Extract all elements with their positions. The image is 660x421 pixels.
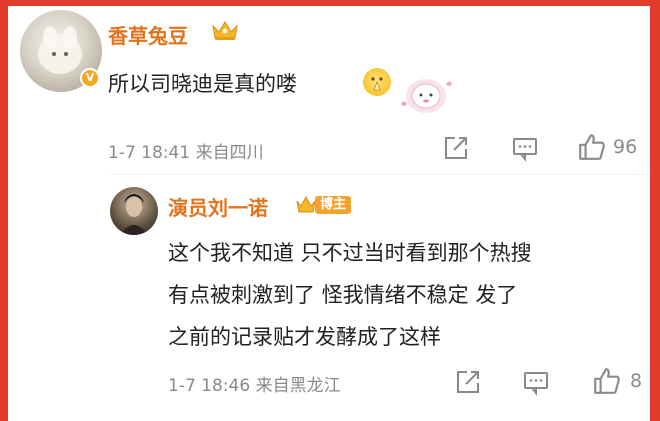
comment-card: V 香草兔豆 所以司晓迪是真的喽 1-7 18:41 来自四川 96 演员刘一诺… xyxy=(8,6,650,421)
blogger-badge: 博主 xyxy=(295,194,352,216)
like-icon[interactable] xyxy=(577,132,607,162)
comment-text: 所以司晓迪是真的喽 xyxy=(108,72,297,96)
share-icon[interactable] xyxy=(442,134,470,162)
sticker xyxy=(401,79,452,113)
comment-meta: 1-7 18:41 来自四川 xyxy=(108,143,264,163)
share-icon[interactable] xyxy=(454,368,482,396)
reply-username[interactable]: 演员刘一诺 xyxy=(168,192,268,221)
reply-text-line: 之前的记录贴才发酵成了这样 xyxy=(168,325,441,349)
username[interactable]: 香草兔豆 xyxy=(108,20,188,49)
badge-label: 博主 xyxy=(315,196,352,214)
reply-text-line: 这个我不知道 只不过当时看到那个热搜 xyxy=(168,241,532,265)
comment-icon[interactable] xyxy=(511,134,539,162)
like-count: 96 xyxy=(613,136,638,158)
reply-avatar[interactable] xyxy=(110,187,158,235)
pray-emoji xyxy=(363,68,391,96)
like-count: 8 xyxy=(630,370,643,392)
like-icon[interactable] xyxy=(592,366,622,396)
crown-badge-icon xyxy=(212,21,238,40)
verified-v-icon: V xyxy=(80,68,100,88)
divider xyxy=(110,174,650,175)
crown-badge-icon xyxy=(296,195,316,213)
comment-icon[interactable] xyxy=(522,368,550,396)
reply-text: 这个我不知道 只不过当时看到那个热搜 有点被刺激到了 怪我情绪不稳定 发了 之前… xyxy=(168,232,532,358)
reply-text-line: 有点被刺激到了 怪我情绪不稳定 发了 xyxy=(168,283,518,307)
reply-meta: 1-7 18:46 来自黑龙江 xyxy=(168,376,341,396)
